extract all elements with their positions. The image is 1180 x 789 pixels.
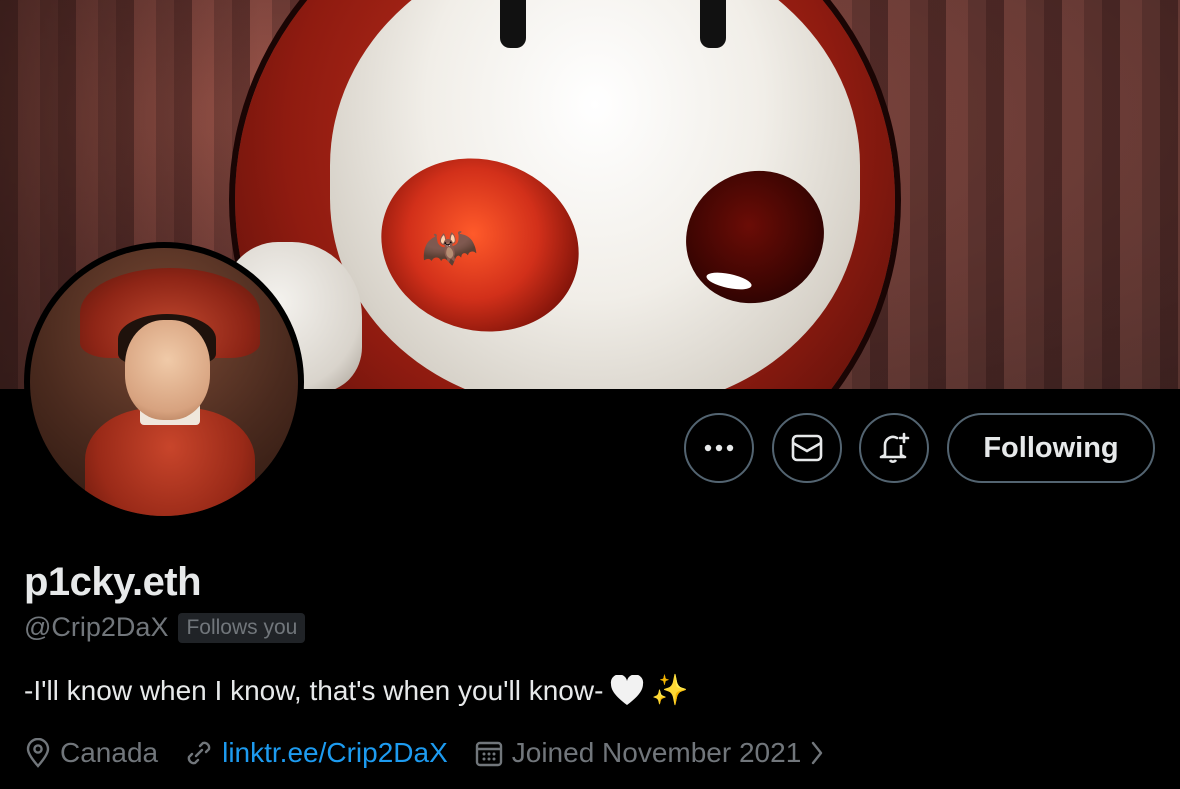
following-button[interactable]: Following xyxy=(947,413,1155,483)
avatar-image xyxy=(30,248,298,516)
link-icon xyxy=(184,738,214,768)
profile-avatar[interactable] xyxy=(24,242,304,522)
chevron-right-icon xyxy=(809,739,825,767)
bio: -I'll know when I know, that's when you'… xyxy=(24,673,689,708)
website-link[interactable]: linktr.ee/Crip2DaX xyxy=(222,737,448,769)
follows-you-badge: Follows you xyxy=(178,612,306,643)
avatar-face xyxy=(125,320,210,420)
envelope-icon xyxy=(791,434,823,462)
bio-text: -I'll know when I know, that's when you'… xyxy=(24,674,604,706)
joined-text: Joined November 2021 xyxy=(511,737,802,768)
banner-horn-left xyxy=(500,0,526,48)
bat-icon: 🦇 xyxy=(415,216,482,278)
handle-row: @Crip2DaX Follows you xyxy=(24,612,306,643)
joined-item[interactable]: Joined November 2021 xyxy=(474,737,826,769)
handle: @Crip2DaX xyxy=(24,612,169,642)
location-text: Canada xyxy=(60,737,159,768)
banner-horn-right xyxy=(700,0,726,48)
more-button[interactable] xyxy=(684,413,754,483)
display-name: p1cky.eth xyxy=(24,560,202,604)
location-item: Canada xyxy=(24,737,158,769)
more-icon xyxy=(704,444,734,452)
bell-plus-icon xyxy=(877,431,911,465)
message-button[interactable] xyxy=(772,413,842,483)
notify-button[interactable] xyxy=(859,413,929,483)
profile-meta: Canada linktr.ee/Crip2DaX Joined Novembe… xyxy=(24,737,851,769)
website-item[interactable]: linktr.ee/Crip2DaX xyxy=(184,737,448,769)
white-heart-icon xyxy=(609,673,645,707)
calendar-icon xyxy=(474,738,504,768)
sparkles-icon: ✨ xyxy=(651,674,689,707)
location-pin-icon xyxy=(24,738,52,768)
